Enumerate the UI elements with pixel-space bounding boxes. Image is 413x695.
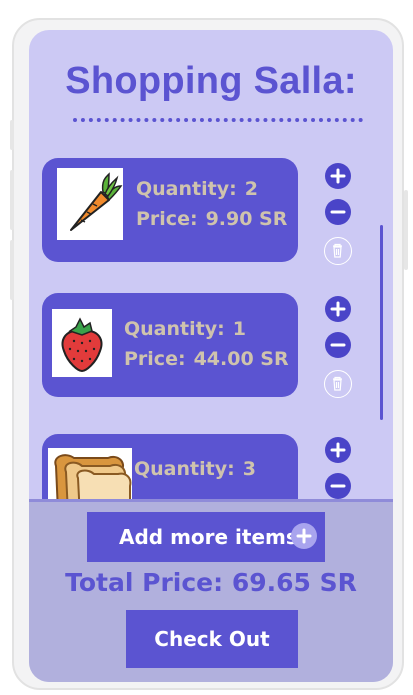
quantity-value: 1 <box>232 318 246 340</box>
minus-icon[interactable] <box>325 199 351 225</box>
add-circle-icon[interactable] <box>291 523 317 549</box>
phone-side-button <box>10 120 14 150</box>
price-label: Price: <box>136 208 198 230</box>
cart-item: Quantity: 1 Price: 44.00 SR <box>42 293 298 397</box>
cart-item: Quantity: 2 Price: 9.90 SR <box>42 158 298 262</box>
price-label: Price: <box>124 348 186 370</box>
quantity-label: Quantity: <box>134 458 235 480</box>
item-details: Quantity: 3 <box>134 454 256 484</box>
plus-icon[interactable] <box>325 296 351 322</box>
minus-icon[interactable] <box>325 473 351 499</box>
scrollbar[interactable] <box>380 225 383 420</box>
plus-icon[interactable] <box>325 163 351 189</box>
phone-side-button <box>10 240 14 300</box>
trash-icon[interactable] <box>324 370 352 398</box>
phone-side-button <box>10 170 14 230</box>
trash-icon[interactable] <box>324 237 352 265</box>
quantity-value: 3 <box>242 458 256 480</box>
checkout-button[interactable]: Check Out <box>126 610 298 668</box>
plus-icon[interactable] <box>325 437 351 463</box>
strawberry-icon <box>52 309 112 377</box>
item-details: Quantity: 2 Price: 9.90 SR <box>136 174 287 234</box>
app-screen: Shopping Salla: Quantity: 2 Price: 9.90 SR <box>29 30 393 682</box>
cart-list[interactable]: Quantity: 2 Price: 9.90 SR Quantity: 1 P… <box>29 30 393 538</box>
quantity-label: Quantity: <box>124 318 225 340</box>
total-price: Total Price: 69.65 SR <box>65 568 357 597</box>
add-more-items-button[interactable]: Add more items <box>87 512 325 562</box>
minus-icon[interactable] <box>325 332 351 358</box>
cart-footer: Add more items Total Price: 69.65 SR Che… <box>29 499 393 682</box>
quantity-line: Quantity: 2 <box>136 174 287 204</box>
price-value: 44.00 SR <box>193 348 289 370</box>
price-value: 9.90 SR <box>205 208 288 230</box>
phone-side-button <box>404 190 408 270</box>
quantity-line: Quantity: 3 <box>134 454 256 484</box>
price-line: Price: 9.90 SR <box>136 204 287 234</box>
price-line: Price: 44.00 SR <box>124 344 289 374</box>
carrot-icon <box>57 168 123 240</box>
quantity-label: Quantity: <box>136 178 237 200</box>
item-details: Quantity: 1 Price: 44.00 SR <box>124 314 289 374</box>
quantity-value: 2 <box>244 178 258 200</box>
quantity-line: Quantity: 1 <box>124 314 289 344</box>
